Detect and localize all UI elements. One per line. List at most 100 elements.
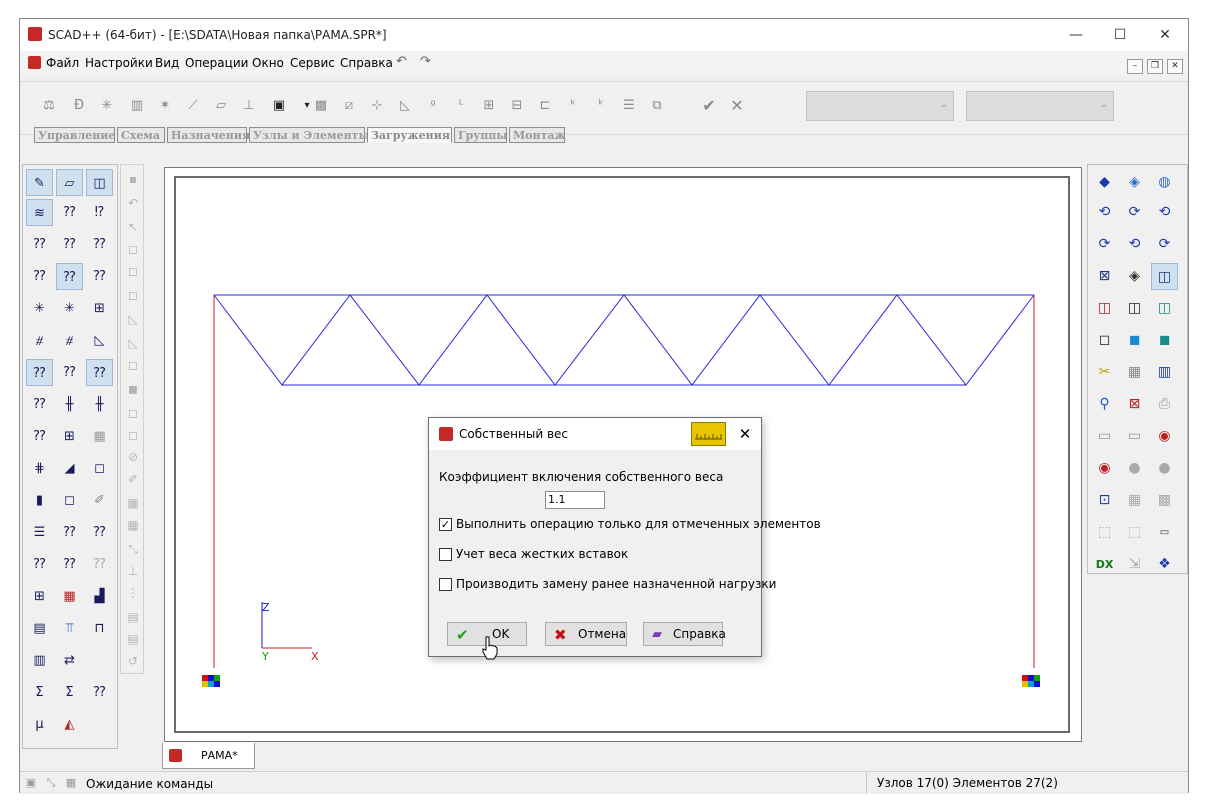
plus-bar2-icon[interactable]: ╫ xyxy=(86,391,113,418)
distributed-load-icon[interactable]: ▥ xyxy=(126,95,148,117)
rotate-z-icon[interactable]: ⟲ xyxy=(1151,199,1178,226)
doc-menu-icon[interactable] xyxy=(28,56,41,69)
cube-icon[interactable]: ◻ xyxy=(86,455,113,482)
load-g2-icon[interactable]: ᴸ xyxy=(450,95,472,117)
building-icon[interactable]: ▦ xyxy=(86,423,113,450)
bar-chart-icon[interactable]: ▟ xyxy=(86,583,113,610)
load-kg-icon[interactable]: ᵏ xyxy=(590,95,612,117)
balance-icon[interactable]: ⚖ xyxy=(38,95,60,117)
eraser-icon[interactable]: ◢ xyxy=(56,455,83,482)
view-3d-icon[interactable]: ◆ xyxy=(1091,169,1118,196)
pencil-icon[interactable]: ✎ xyxy=(26,169,53,196)
paint2-icon[interactable]: ◉ xyxy=(1091,455,1118,482)
menu-window[interactable]: Окно xyxy=(252,56,284,70)
table-icon[interactable]: ⊞ xyxy=(26,583,53,610)
menu-view[interactable]: Вид xyxy=(155,56,179,70)
red-table-icon[interactable]: ▦ xyxy=(56,583,83,610)
cube-teal-icon[interactable]: ◫ xyxy=(1151,295,1178,322)
query-f-arrow-icon[interactable]: ⁇ xyxy=(86,679,113,706)
load-table-icon[interactable]: ☰ xyxy=(618,95,640,117)
query-g-icon[interactable]: ⁇ xyxy=(26,551,53,578)
cancel-icon[interactable]: ✕ xyxy=(726,95,748,117)
grid-gray2-icon[interactable]: ▩ xyxy=(1151,487,1178,514)
folder-icon[interactable]: ⬚ xyxy=(1091,519,1118,546)
ghost-cube-5[interactable]: ◼ xyxy=(125,381,141,397)
status-icon-1[interactable]: ▣ xyxy=(24,776,38,790)
cancel-button[interactable]: ✖ Отмена xyxy=(545,622,627,646)
sphere-gray2-icon[interactable]: ● xyxy=(1151,455,1178,482)
query-mu-icon[interactable]: μ xyxy=(26,711,53,738)
status-icon-2[interactable]: ⤡ xyxy=(44,776,58,790)
cross-icon[interactable]: ✳ xyxy=(26,295,53,322)
help-button[interactable]: ▰ Справка xyxy=(643,622,726,646)
brush-icon[interactable]: ✐ xyxy=(86,487,113,514)
load-query-f-icon[interactable]: ⁇ xyxy=(86,359,113,386)
load-d-icon[interactable]: Ð xyxy=(68,95,90,117)
undo-icon[interactable]: ↶ xyxy=(396,54,407,69)
query-i-icon[interactable]: ⁇ xyxy=(56,199,83,226)
layers-icon[interactable]: ☰ xyxy=(26,519,53,546)
temperature-load-icon[interactable]: ⊥ xyxy=(238,95,260,117)
folder2-icon[interactable]: ⬚ xyxy=(1121,519,1148,546)
isometric-icon[interactable]: ◫ xyxy=(1151,263,1178,290)
node-check-icon[interactable]: ⊹ xyxy=(366,95,388,117)
ghost-arrows[interactable]: ⤡ xyxy=(125,541,141,557)
menu-settings[interactable]: Настройки xyxy=(85,56,153,70)
delete-load-icon[interactable]: ⧄ xyxy=(338,95,360,117)
mdi-close-button[interactable]: ✕ xyxy=(1167,59,1183,74)
menu-operations[interactable]: Операции xyxy=(185,56,248,70)
query-nj-icon[interactable]: ⁇ xyxy=(56,231,83,258)
ghost-cube-2[interactable]: ◻ xyxy=(125,263,141,279)
triangle-load-icon[interactable]: ◺ xyxy=(394,95,416,117)
ghost-grid-1[interactable]: ▦ xyxy=(125,495,141,511)
rotate-x-icon[interactable]: ⟲ xyxy=(1091,199,1118,226)
sphere-gray-icon[interactable]: ● xyxy=(1121,455,1148,482)
query-g3-icon[interactable]: ⁇ xyxy=(86,551,113,578)
cube-blue-icon[interactable]: ◼ xyxy=(1121,327,1148,354)
ghost-brush[interactable]: ✐ xyxy=(125,471,141,487)
load-query2-icon[interactable]: ⁇ xyxy=(56,359,83,386)
hinge2-icon[interactable]: ⧣ xyxy=(56,327,83,354)
ghost-cube-4[interactable]: ◻ xyxy=(125,357,141,373)
beam-g-icon[interactable]: ⊓ xyxy=(86,615,113,642)
tab-assembly[interactable]: Монтаж xyxy=(509,127,566,143)
cube-red-icon[interactable]: ◫ xyxy=(1091,295,1118,322)
minimize-button[interactable]: — xyxy=(1053,19,1099,51)
load-g1-icon[interactable]: ᵍ xyxy=(422,95,444,117)
fragment-icon[interactable]: ▥ xyxy=(1151,359,1178,386)
load-cases-icon[interactable]: ⧉ xyxy=(646,95,668,117)
bar-load3-icon[interactable]: ⊏ xyxy=(534,95,556,117)
tab-groups[interactable]: Группы xyxy=(454,127,507,143)
sum-grid-icon[interactable]: Σ xyxy=(26,679,53,706)
html-icon[interactable]: ▭ xyxy=(1121,423,1148,450)
layout-icon[interactable]: ▦ xyxy=(1121,359,1148,386)
swap-icon[interactable]: ⇄ xyxy=(56,647,83,674)
ghost-undo[interactable]: ↺ xyxy=(125,653,141,669)
plane-icon[interactable]: ▱ xyxy=(56,169,83,196)
rotate-y-icon[interactable]: ⟳ xyxy=(1091,231,1118,258)
ghost-table-1[interactable]: ▤ xyxy=(125,609,141,625)
box-icon[interactable]: ◫ xyxy=(86,169,113,196)
toolbar-combo-1[interactable]: ⌄ xyxy=(806,91,954,121)
cube-shaded-icon[interactable]: ◼ xyxy=(1151,327,1178,354)
ruler-icon[interactable] xyxy=(691,422,726,446)
plate-load-icon[interactable]: ▱ xyxy=(210,95,232,117)
apply-icon[interactable]: ✔ xyxy=(698,95,720,117)
tab-assignments[interactable]: Назначения xyxy=(167,127,250,143)
mdi-restore-button[interactable]: ❐ xyxy=(1147,59,1163,74)
coef-input[interactable]: 1.1 xyxy=(545,491,605,509)
triangle-icon[interactable]: ◺ xyxy=(86,327,113,354)
cube-outline-icon[interactable]: ◻ xyxy=(1091,327,1118,354)
checkbox-rigid-inserts[interactable] xyxy=(439,548,452,561)
ghost-cube-3[interactable]: ◻ xyxy=(125,287,141,303)
document-tab[interactable]: РАМА* xyxy=(162,743,255,769)
insert-icon[interactable]: ⊞ xyxy=(86,295,113,322)
cursor-icon[interactable]: ↖ xyxy=(125,219,141,235)
ghost-cube-1[interactable]: ◻ xyxy=(125,241,141,257)
query-g2-icon[interactable]: ⁇ xyxy=(56,551,83,578)
db-icon[interactable]: ▥ xyxy=(26,647,53,674)
print-icon[interactable]: ⎙ xyxy=(1151,391,1178,418)
node-load-icon[interactable]: ✳ xyxy=(96,95,118,117)
cross2-icon[interactable]: ✳ xyxy=(56,295,83,322)
bar-icon[interactable]: ▮ xyxy=(26,487,53,514)
